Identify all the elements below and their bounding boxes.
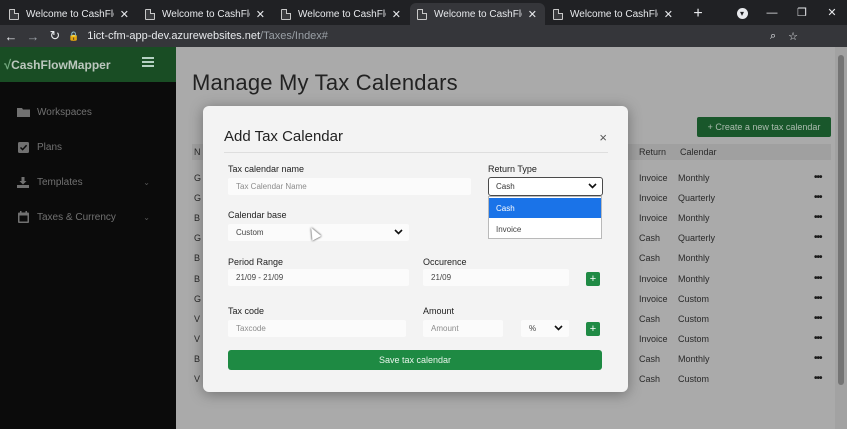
- calendar-base-value: Custom: [236, 228, 264, 237]
- chevron-down-icon: [394, 227, 403, 237]
- amount-unit-value: %: [529, 324, 537, 333]
- browser-tab[interactable]: Welcome to CashFlowMap ✕: [546, 3, 681, 25]
- new-tab-button[interactable]: +: [686, 3, 710, 25]
- browser-tab-bar: Welcome to CashFlowMap✕Welcome to CashFl…: [0, 0, 847, 25]
- browser-tab-title: Welcome to CashFlowMap: [570, 8, 658, 20]
- modal-title: Add Tax Calendar: [224, 128, 343, 145]
- window-controls: ▾ — ❐ ✕: [727, 0, 847, 25]
- save-tax-calendar-button[interactable]: Save tax calendar: [228, 350, 602, 370]
- page-favicon-icon: [145, 9, 155, 20]
- return-type-select[interactable]: Cash: [488, 177, 603, 196]
- tax-calendar-name-input[interactable]: Tax Calendar Name: [228, 178, 471, 195]
- profile-icon[interactable]: ▾: [727, 7, 757, 19]
- browser-tab-title: Welcome to CashFlowMap: [298, 8, 386, 20]
- page-favicon-icon: [9, 9, 19, 20]
- browser-tab[interactable]: Welcome to CashFlowMap ✕: [138, 3, 273, 25]
- tax-code-input[interactable]: Taxcode: [228, 320, 406, 337]
- tab-close-icon[interactable]: ✕: [528, 8, 537, 21]
- close-icon[interactable]: ×: [599, 130, 607, 145]
- occurence-input[interactable]: 21/09: [423, 269, 569, 286]
- reload-icon[interactable]: ↻: [44, 28, 66, 44]
- chevron-down-icon: [588, 181, 597, 191]
- add-tax-calendar-modal: Add Tax Calendar × Tax calendar name Tax…: [203, 106, 628, 392]
- browser-tab-title: Welcome to CashFlowMap: [162, 8, 250, 20]
- tab-close-icon[interactable]: ✕: [664, 8, 673, 21]
- page-favicon-icon: [281, 9, 291, 20]
- browser-tab[interactable]: Welcome to CashFlowMap ✕: [274, 3, 409, 25]
- browser-tab-title: Welcome to CashFlowMap: [434, 8, 522, 20]
- return-type-option-cash[interactable]: Cash: [489, 198, 601, 218]
- close-window-icon[interactable]: ✕: [817, 6, 847, 19]
- period-range-label: Period Range: [228, 257, 284, 267]
- address-bar: ← → ↻ 🔒 1ict-cfm-app-dev.azurewebsites.n…: [0, 25, 847, 68]
- add-occurence-button[interactable]: +: [586, 272, 600, 286]
- modal-divider: [224, 152, 608, 153]
- return-type-selected-value: Cash: [496, 182, 515, 191]
- url-path: /Taxes/Index#: [260, 30, 328, 42]
- url-omnibox[interactable]: 🔒 1ict-cfm-app-dev.azurewebsites.net/Tax…: [68, 27, 798, 45]
- tax-code-label: Tax code: [228, 306, 265, 316]
- browser-tab-title: Welcome to CashFlowMap: [26, 8, 114, 20]
- return-type-option-invoice[interactable]: Invoice: [489, 219, 601, 239]
- calendar-base-label: Calendar base: [228, 210, 287, 220]
- minimize-icon[interactable]: —: [757, 7, 787, 19]
- page-favicon-icon: [553, 9, 563, 20]
- tab-close-icon[interactable]: ✕: [392, 8, 401, 21]
- forward-icon[interactable]: →: [22, 29, 44, 44]
- tax-calendar-name-label: Tax calendar name: [228, 164, 305, 174]
- return-type-label: Return Type: [488, 164, 537, 174]
- tab-close-icon[interactable]: ✕: [120, 8, 129, 21]
- tab-close-icon[interactable]: ✕: [256, 8, 265, 21]
- browser-tab[interactable]: Welcome to CashFlowMap ✕: [410, 3, 545, 25]
- occurence-label: Occurence: [423, 257, 467, 267]
- lock-icon: 🔒: [68, 30, 80, 41]
- bookmark-star-icon[interactable]: ☆: [788, 30, 798, 43]
- back-icon[interactable]: ←: [0, 29, 22, 44]
- url-host: 1ict-cfm-app-dev.azurewebsites.net: [87, 30, 261, 42]
- add-tax-code-button[interactable]: +: [586, 322, 600, 336]
- page-favicon-icon: [417, 9, 427, 20]
- restore-icon[interactable]: ❐: [787, 6, 817, 19]
- return-type-dropdown-list: Cash Invoice: [488, 196, 602, 239]
- amount-unit-select[interactable]: %: [521, 320, 569, 337]
- browser-tab[interactable]: Welcome to CashFlowMap ✕: [2, 3, 137, 25]
- amount-input[interactable]: Amount: [423, 320, 503, 337]
- period-range-input[interactable]: 21/09 - 21/09: [228, 269, 409, 286]
- chevron-down-icon: [554, 323, 563, 333]
- amount-label: Amount: [423, 306, 455, 316]
- zoom-icon[interactable]: ⌕: [770, 30, 776, 43]
